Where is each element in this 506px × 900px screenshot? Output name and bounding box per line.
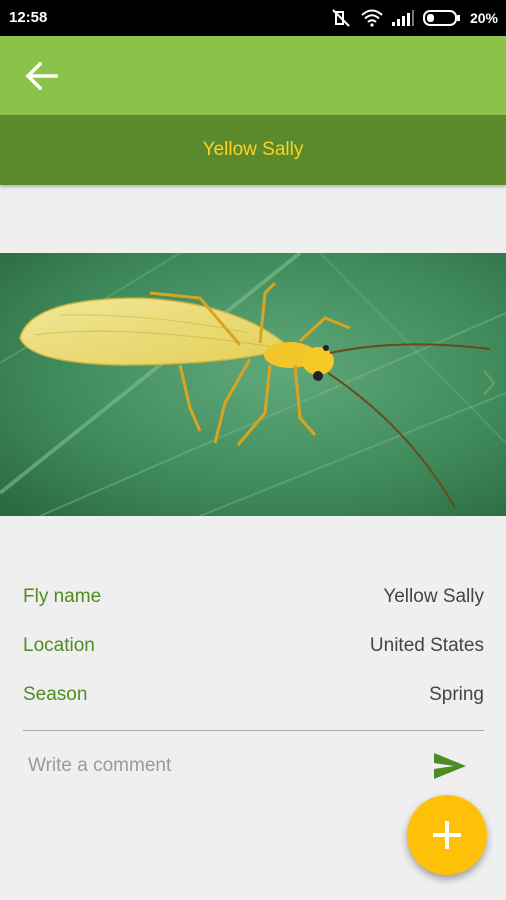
comment-input[interactable] — [28, 750, 408, 782]
battery-percent: 20% — [469, 10, 498, 26]
app-bar — [0, 36, 506, 115]
detail-row-season: Season Spring — [23, 684, 484, 706]
plus-icon — [433, 821, 461, 849]
detail-value: United States — [369, 635, 484, 656]
detail-row-location: Location United States — [23, 635, 484, 657]
fly-photo — [0, 253, 506, 516]
detail-label: Fly name — [23, 586, 102, 607]
add-button[interactable] — [407, 795, 487, 875]
detail-row-fly-name: Fly name Yellow Sally — [23, 586, 484, 608]
arrow-left-icon — [25, 61, 58, 91]
status-time: 12:58 — [9, 9, 48, 26]
back-button[interactable] — [22, 56, 70, 96]
chevron-right-icon[interactable] — [482, 369, 496, 397]
detail-label: Location — [23, 635, 95, 656]
send-button[interactable] — [430, 750, 470, 782]
detail-label: Season — [23, 684, 88, 705]
title-band: Yellow Sally — [0, 115, 506, 185]
send-icon — [434, 753, 466, 779]
page-title: Yellow Sally — [202, 139, 304, 160]
wifi-icon — [361, 9, 383, 27]
detail-value: Yellow Sally — [383, 586, 484, 607]
signal-icon — [391, 10, 414, 26]
mute-icon — [330, 8, 352, 28]
divider — [23, 730, 484, 731]
battery-icon — [422, 10, 461, 26]
status-bar: 12:58 20% — [0, 0, 506, 36]
status-icons: 20% — [330, 8, 498, 28]
detail-value: Spring — [429, 684, 484, 705]
